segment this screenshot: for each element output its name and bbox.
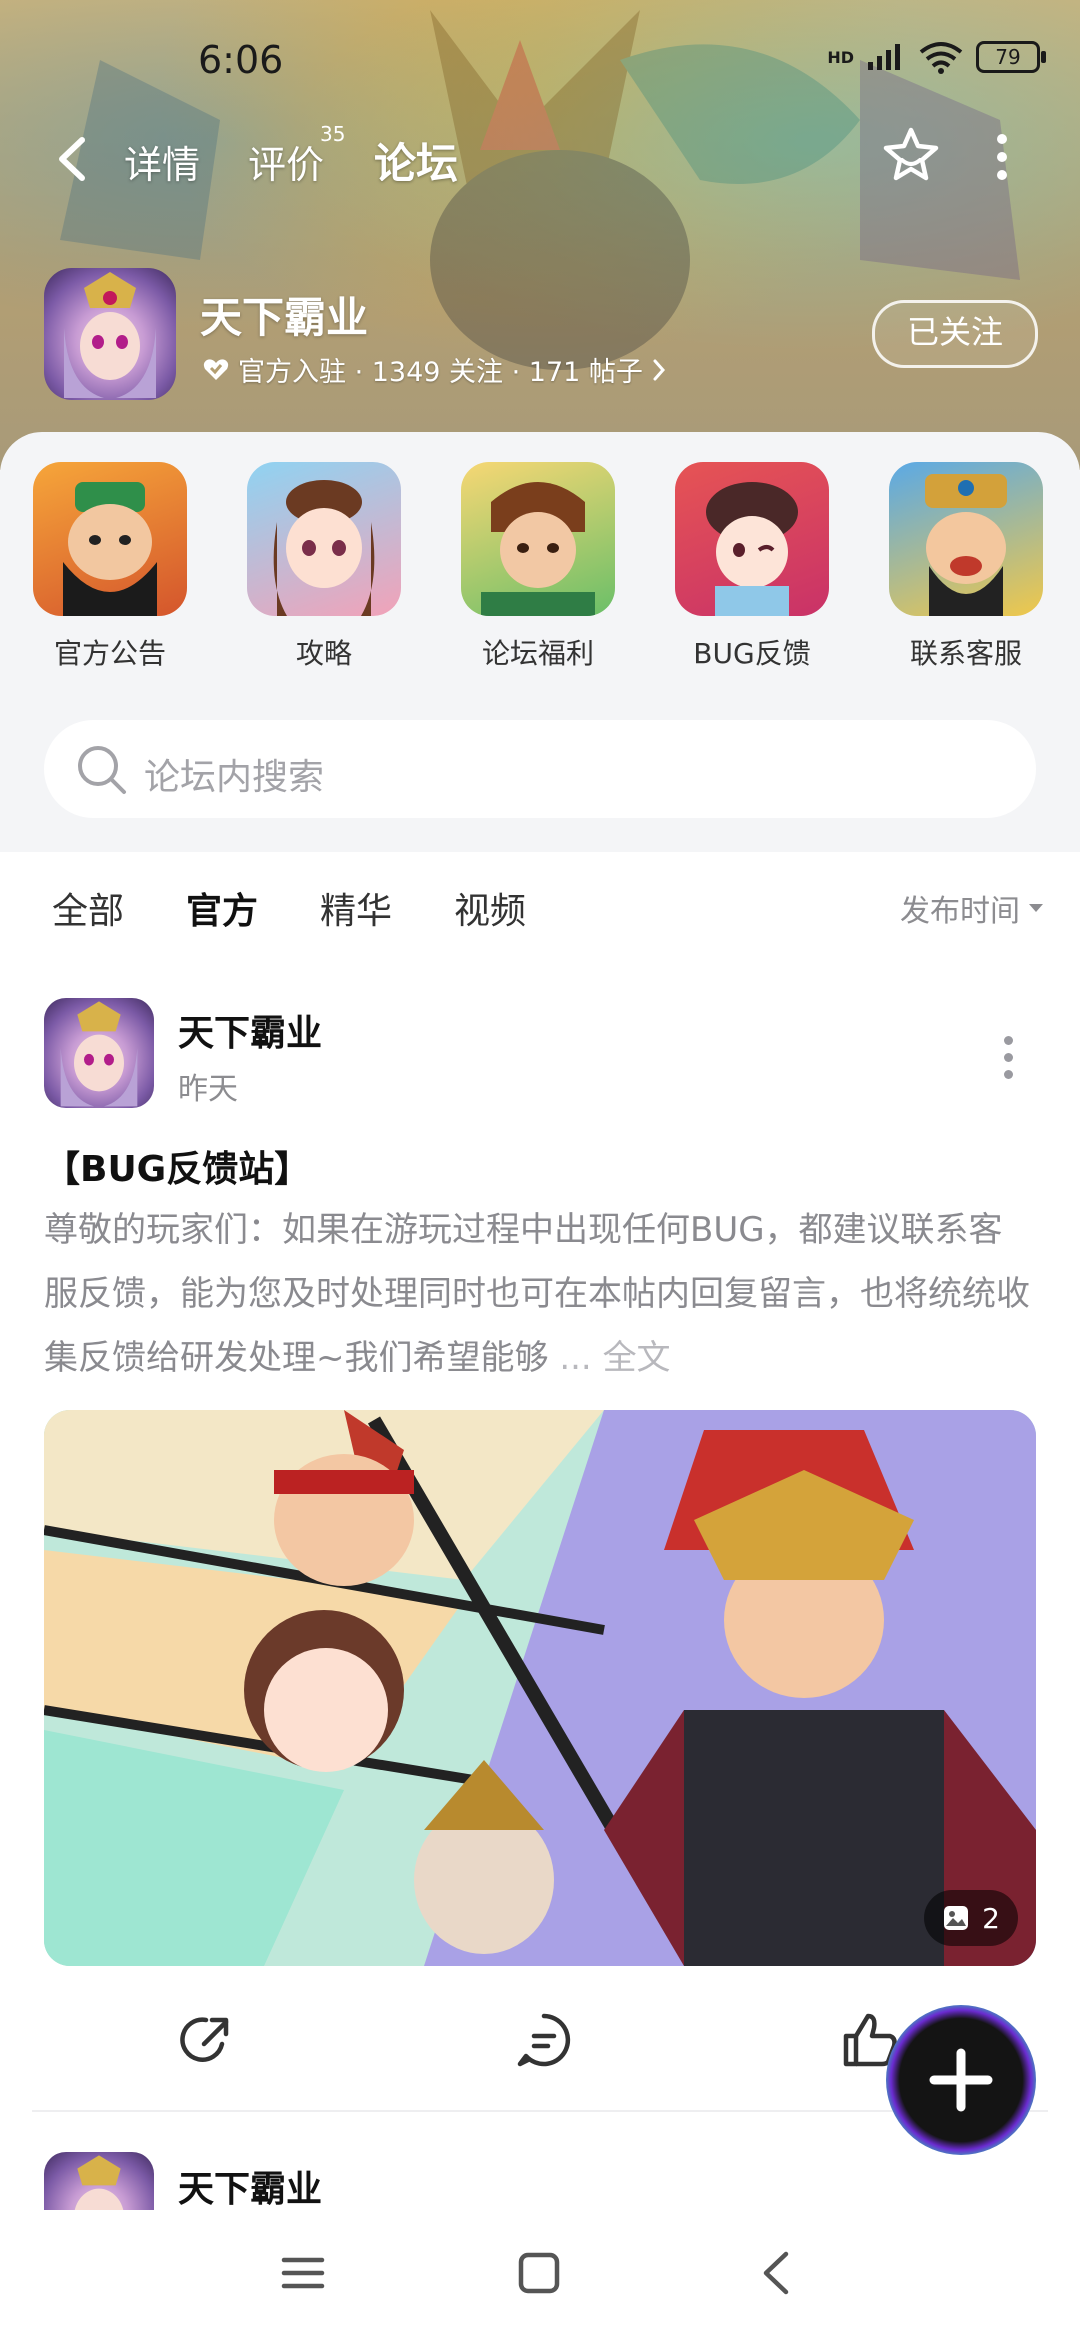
filter-all[interactable]: 全部: [52, 882, 124, 934]
search-icon: [78, 746, 126, 794]
filter-video[interactable]: 视频: [454, 882, 526, 934]
system-navigation-bar: [0, 2210, 1080, 2340]
post-image[interactable]: 2: [44, 1410, 1036, 1966]
official-heart-icon: [203, 358, 229, 380]
search-placeholder: 论坛内搜索: [144, 757, 325, 798]
shortcut-label: BUG反馈: [693, 637, 811, 670]
favorite-star-icon[interactable]: [880, 124, 942, 186]
signal-icon: [868, 44, 900, 70]
bug-report-icon: [675, 462, 829, 616]
filter-featured[interactable]: 精华: [320, 882, 392, 934]
shortcut-label: 联系客服: [909, 637, 1022, 670]
network-label: HD: [827, 47, 854, 67]
more-menu-icon[interactable]: [996, 134, 1008, 180]
menu-icon[interactable]: [278, 2248, 328, 2298]
post-author-name[interactable]: 天下霸业: [178, 2160, 322, 2212]
shortcut-label: 攻略: [295, 637, 352, 670]
shortcut-label: 论坛福利: [481, 637, 594, 670]
post-author-name[interactable]: 天下霸业: [178, 1004, 322, 1056]
home-square-icon[interactable]: [514, 2248, 564, 2298]
back-arrow-icon[interactable]: [52, 134, 92, 184]
follow-button[interactable]: 已关注: [872, 300, 1038, 368]
filter-official[interactable]: 官方: [186, 882, 258, 938]
status-icons: HD 79: [827, 40, 1046, 74]
shortcut-customer-service[interactable]: 联系客服: [876, 462, 1056, 672]
image-count-badge: 2: [924, 1890, 1018, 1946]
image-icon: [944, 1906, 969, 1930]
back-icon[interactable]: [752, 2248, 802, 2298]
chevron-right-icon: [653, 359, 665, 380]
image-count: 2: [982, 1901, 1000, 1935]
shortcut-welfare[interactable]: 论坛福利: [448, 462, 628, 672]
forum-search-bar[interactable]: 论坛内搜索: [44, 720, 1036, 818]
post-illustration: [44, 1410, 1036, 1966]
status-bar: 6:06 HD 79: [0, 30, 1080, 90]
guides-icon: [247, 462, 401, 616]
post-more-icon[interactable]: [1004, 1036, 1014, 1087]
welfare-icon: [461, 462, 615, 616]
game-avatar: [44, 268, 176, 400]
game-meta[interactable]: 官方入驻 · 1349 关注 · 171 帖子: [202, 350, 667, 389]
caret-down-icon: [1029, 904, 1043, 912]
shortcut-announcements[interactable]: 官方公告: [20, 462, 200, 672]
battery-indicator: 79: [976, 41, 1046, 73]
tab-reviews[interactable]: 评价: [248, 134, 324, 189]
post-body-text: 尊敬的玩家们：如果在游玩过程中出现任何BUG，都建议联系客服反馈，能为您及时处理…: [44, 1210, 1030, 1378]
comment-icon[interactable]: [514, 2010, 574, 2070]
game-title: 天下霸业: [200, 293, 369, 342]
tab-forum[interactable]: 论坛: [374, 130, 459, 193]
post-filter-bar: 全部 官方 精华 视频 发布时间: [0, 852, 1080, 962]
post-ellipsis: ...: [559, 1338, 592, 1378]
shortcut-bug-report[interactable]: BUG反馈: [662, 462, 842, 672]
sort-dropdown[interactable]: 发布时间: [900, 886, 1044, 930]
forum-shortcuts-panel: 官方公告 攻略 论坛福利 BUG反馈 联系客服 论坛内搜索: [0, 432, 1080, 852]
sort-label: 发布时间: [900, 894, 1020, 929]
tab-details[interactable]: 详情: [124, 134, 200, 189]
status-time: 6:06: [198, 38, 284, 82]
post-timestamp: 昨天: [178, 1072, 238, 1107]
forum-header: 6:06 HD 79 详情 评价 35 论坛 天下霸业 官方入驻 · 1349 …: [0, 0, 1080, 470]
shortcut-label: 官方公告: [53, 637, 166, 670]
wifi-icon: [919, 42, 963, 74]
post-excerpt[interactable]: 尊敬的玩家们：如果在游玩过程中出现任何BUG，都建议联系客服反馈，能为您及时处理…: [44, 1198, 1034, 1390]
share-icon[interactable]: [178, 2010, 238, 2070]
customer-service-icon: [889, 462, 1043, 616]
game-stats: 官方入驻 · 1349 关注 · 171 帖子: [238, 357, 643, 388]
top-nav: 详情 评价 35 论坛: [0, 120, 1080, 200]
post-author-avatar[interactable]: [44, 998, 154, 1108]
shortcut-guides[interactable]: 攻略: [234, 462, 414, 672]
full-text-link[interactable]: 全文: [603, 1338, 671, 1378]
post-title[interactable]: 【BUG反馈站】: [44, 1140, 310, 1192]
reviews-count-badge: 35: [320, 122, 346, 146]
create-post-fab[interactable]: [886, 2005, 1036, 2155]
announcements-icon: [33, 462, 187, 616]
plus-icon: [929, 2048, 993, 2112]
